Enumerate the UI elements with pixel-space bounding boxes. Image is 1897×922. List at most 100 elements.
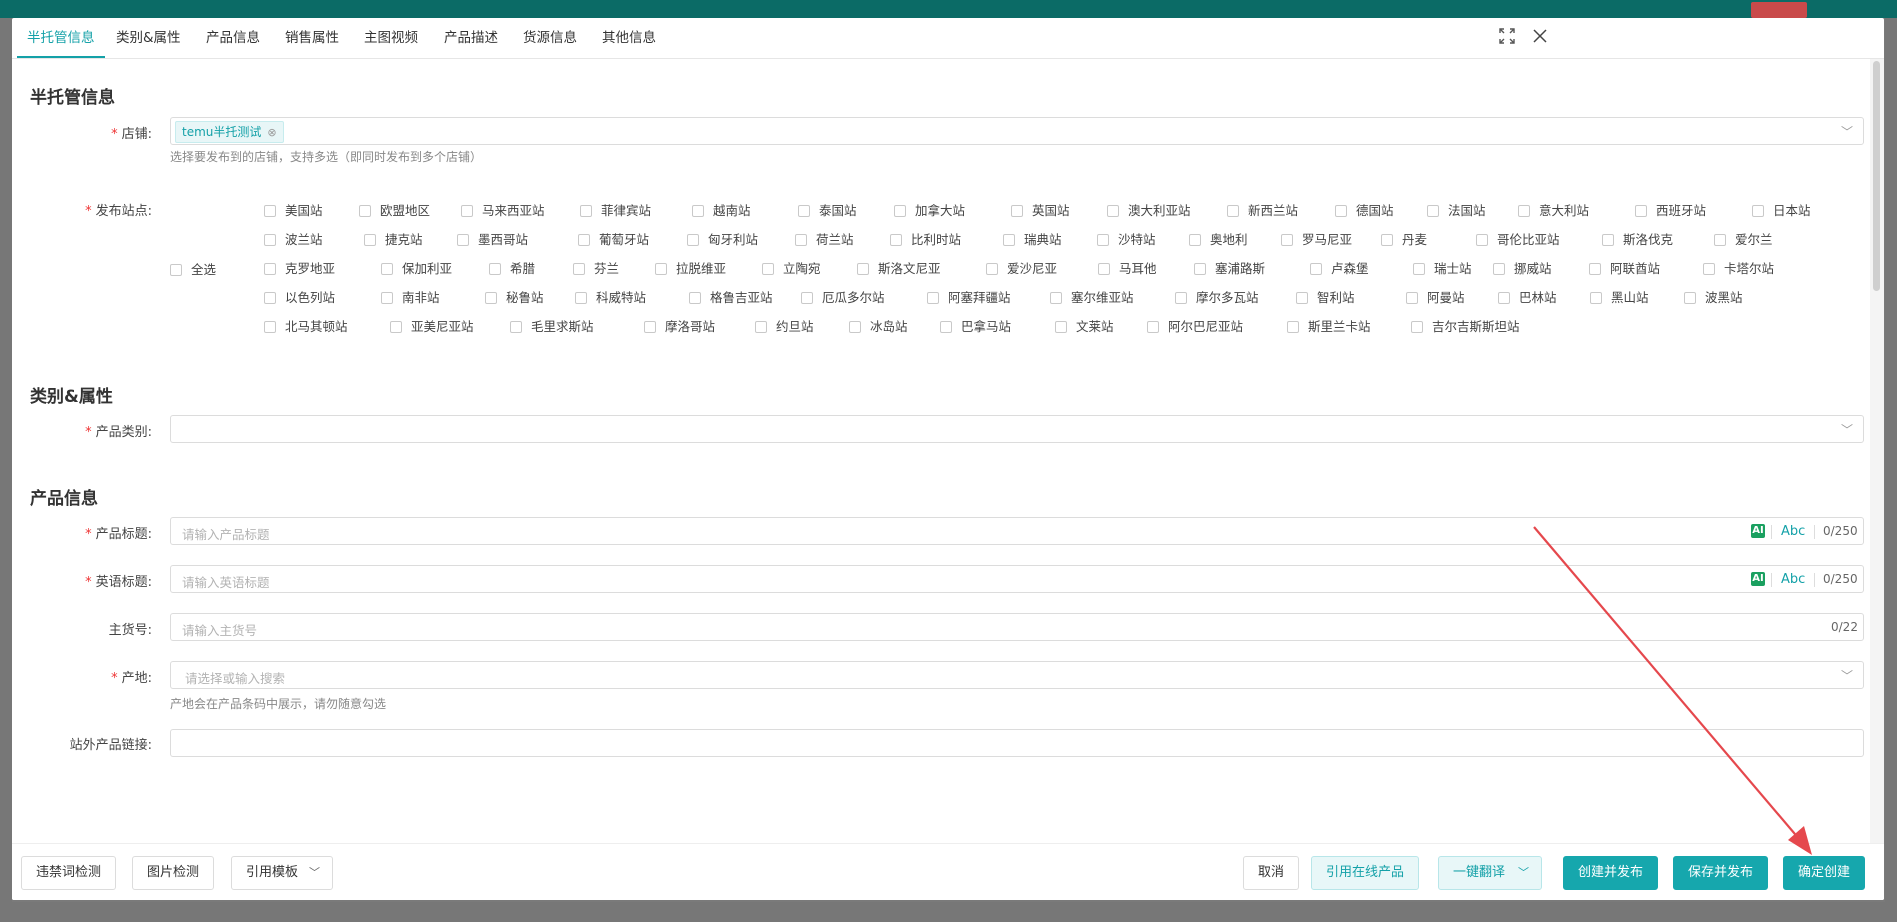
scrollbar-thumb[interactable]: [1873, 61, 1880, 291]
site-checkbox[interactable]: 马来西亚站: [461, 200, 545, 219]
site-checkbox[interactable]: 格鲁吉亚站: [689, 287, 773, 306]
prohibited-word-check-button[interactable]: 违禁词检测: [21, 856, 117, 890]
tab-category[interactable]: 类别&属性: [116, 18, 181, 58]
site-checkbox[interactable]: 奥地利: [1189, 229, 1248, 248]
site-checkbox[interactable]: 拉脱维亚: [655, 258, 726, 277]
site-checkbox[interactable]: 爱尔兰: [1714, 229, 1773, 248]
site-checkbox[interactable]: 厄瓜多尔站: [801, 287, 885, 306]
site-checkbox[interactable]: 瑞典站: [1003, 229, 1062, 248]
confirm-create-button[interactable]: 确定创建: [1783, 856, 1866, 890]
site-checkbox[interactable]: 荷兰站: [795, 229, 854, 248]
tab-other[interactable]: 其他信息: [602, 18, 656, 58]
site-checkbox[interactable]: 黑山站: [1590, 287, 1649, 306]
site-checkbox[interactable]: 塞尔维亚站: [1050, 287, 1134, 306]
site-checkbox[interactable]: 阿尔巴尼亚站: [1147, 316, 1243, 335]
site-checkbox[interactable]: 卢森堡: [1310, 258, 1369, 277]
site-checkbox[interactable]: 斯洛文尼亚: [857, 258, 941, 277]
site-checkbox[interactable]: 立陶宛: [762, 258, 821, 277]
english-title-input[interactable]: 请输入英语标题 AI Abc 0/250: [170, 565, 1864, 593]
use-template-button[interactable]: 引用模板 ﹀: [231, 856, 334, 890]
site-checkbox[interactable]: 罗马尼亚: [1281, 229, 1352, 248]
tab-product-info[interactable]: 产品信息: [206, 18, 260, 58]
site-checkbox[interactable]: 加拿大站: [894, 200, 965, 219]
site-checkbox[interactable]: 文莱站: [1055, 316, 1114, 335]
site-checkbox[interactable]: 科威特站: [575, 287, 646, 306]
site-checkbox[interactable]: 德国站: [1335, 200, 1394, 219]
site-checkbox[interactable]: 挪威站: [1493, 258, 1552, 277]
tab-source[interactable]: 货源信息: [523, 18, 577, 58]
abc-icon[interactable]: Abc: [1781, 524, 1805, 539]
site-checkbox[interactable]: 北马其顿站: [264, 316, 348, 335]
site-checkbox[interactable]: 秘鲁站: [485, 287, 544, 306]
category-select[interactable]: ﹀: [170, 415, 1864, 443]
tag-remove-icon[interactable]: ⊗: [267, 126, 276, 139]
site-checkbox[interactable]: 瑞士站: [1413, 258, 1472, 277]
ai-icon[interactable]: AI: [1751, 572, 1765, 586]
product-title-input[interactable]: 请输入产品标题 AI Abc 0/250: [170, 517, 1864, 545]
origin-select[interactable]: 请选择或输入搜索 ﹀: [170, 661, 1864, 689]
site-checkbox[interactable]: 冰岛站: [849, 316, 908, 335]
site-checkbox[interactable]: 泰国站: [798, 200, 857, 219]
site-checkbox[interactable]: 吉尔吉斯斯坦站: [1411, 316, 1520, 335]
site-checkbox[interactable]: 澳大利亚站: [1107, 200, 1191, 219]
site-checkbox[interactable]: 芬兰: [573, 258, 619, 277]
close-icon[interactable]: [1530, 28, 1550, 48]
site-checkbox[interactable]: 波兰站: [264, 229, 323, 248]
create-and-publish-button[interactable]: 创建并发布: [1563, 856, 1659, 890]
site-checkbox[interactable]: 毛里求斯站: [510, 316, 594, 335]
site-checkbox[interactable]: 沙特站: [1097, 229, 1156, 248]
site-checkbox[interactable]: 爱沙尼亚: [986, 258, 1057, 277]
site-checkbox[interactable]: 匈牙利站: [687, 229, 758, 248]
sku-input[interactable]: 请输入主货号 0/22: [170, 613, 1864, 641]
site-checkbox[interactable]: 欧盟地区: [359, 200, 430, 219]
site-checkbox[interactable]: 意大利站: [1518, 200, 1589, 219]
one-click-translate-button[interactable]: 一键翻译 ﹀: [1438, 856, 1543, 890]
site-checkbox[interactable]: 亚美尼亚站: [390, 316, 474, 335]
tab-main-images[interactable]: 主图视频: [364, 18, 418, 58]
site-checkbox[interactable]: 日本站: [1752, 200, 1811, 219]
tab-sales-attributes[interactable]: 销售属性: [285, 18, 339, 58]
site-checkbox[interactable]: 菲律宾站: [580, 200, 651, 219]
site-checkbox[interactable]: 法国站: [1427, 200, 1486, 219]
ai-icon[interactable]: AI: [1751, 524, 1765, 538]
site-checkbox[interactable]: 葡萄牙站: [578, 229, 649, 248]
cite-online-product-button[interactable]: 引用在线产品: [1311, 856, 1420, 890]
site-checkbox[interactable]: 摩洛哥站: [644, 316, 715, 335]
tab-semi-managed[interactable]: 半托管信息: [17, 18, 104, 58]
site-checkbox[interactable]: 新西兰站: [1227, 200, 1298, 219]
site-checkbox[interactable]: 卡塔尔站: [1703, 258, 1774, 277]
site-checkbox[interactable]: 越南站: [692, 200, 751, 219]
site-checkbox[interactable]: 约旦站: [755, 316, 814, 335]
site-checkbox[interactable]: 哥伦比亚站: [1476, 229, 1560, 248]
external-link-input[interactable]: [170, 729, 1864, 757]
abc-icon[interactable]: Abc: [1781, 572, 1805, 587]
site-checkbox[interactable]: 丹麦: [1381, 229, 1427, 248]
save-and-publish-button[interactable]: 保存并发布: [1673, 856, 1769, 890]
select-all-checkbox[interactable]: 全选: [170, 259, 216, 278]
site-checkbox[interactable]: 巴林站: [1498, 287, 1557, 306]
site-checkbox[interactable]: 波黑站: [1684, 287, 1743, 306]
fullscreen-icon[interactable]: [1497, 28, 1517, 48]
site-checkbox[interactable]: 希腊: [489, 258, 535, 277]
site-checkbox[interactable]: 南非站: [381, 287, 440, 306]
site-checkbox[interactable]: 西班牙站: [1635, 200, 1706, 219]
site-checkbox[interactable]: 墨西哥站: [457, 229, 528, 248]
site-checkbox[interactable]: 阿塞拜疆站: [927, 287, 1011, 306]
site-checkbox[interactable]: 塞浦路斯: [1194, 258, 1265, 277]
site-checkbox[interactable]: 马耳他: [1098, 258, 1157, 277]
site-checkbox[interactable]: 智利站: [1296, 287, 1355, 306]
site-checkbox[interactable]: 阿联酋站: [1589, 258, 1660, 277]
scrollbar[interactable]: [1870, 59, 1884, 844]
tab-description[interactable]: 产品描述: [444, 18, 498, 58]
site-checkbox[interactable]: 克罗地亚: [264, 258, 335, 277]
site-checkbox[interactable]: 以色列站: [264, 287, 335, 306]
site-checkbox[interactable]: 斯里兰卡站: [1287, 316, 1371, 335]
site-checkbox[interactable]: 摩尔多瓦站: [1175, 287, 1259, 306]
site-checkbox[interactable]: 英国站: [1011, 200, 1070, 219]
site-checkbox[interactable]: 阿曼站: [1406, 287, 1465, 306]
site-checkbox[interactable]: 斯洛伐克: [1602, 229, 1673, 248]
image-check-button[interactable]: 图片检测: [132, 856, 215, 890]
site-checkbox[interactable]: 保加利亚: [381, 258, 452, 277]
site-checkbox[interactable]: 比利时站: [890, 229, 961, 248]
site-checkbox[interactable]: 巴拿马站: [940, 316, 1011, 335]
